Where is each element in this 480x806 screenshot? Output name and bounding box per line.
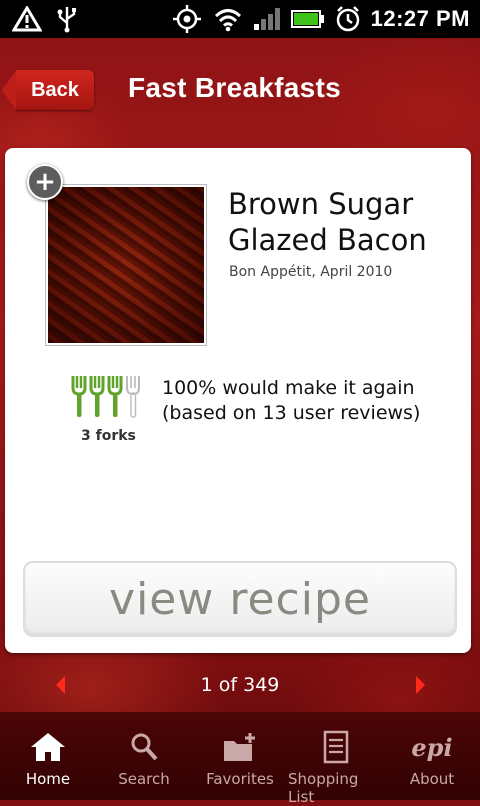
next-arrow-icon[interactable] xyxy=(416,676,425,694)
search-icon xyxy=(129,730,159,764)
nav-label-about: About xyxy=(409,770,455,788)
status-bar: 12:27 PM xyxy=(0,0,480,38)
bacon-photo xyxy=(48,187,204,343)
back-button[interactable]: Back xyxy=(2,70,94,110)
bottom-nav: Home Search Favorites Shopping List epi … xyxy=(0,712,480,806)
recipe-card: + Brown Sugar Glazed Bacon Bon Appétit, … xyxy=(5,148,471,653)
nav-item-favorites[interactable]: Favorites xyxy=(192,712,288,800)
signal-icon xyxy=(253,7,281,31)
nav-label-home: Home xyxy=(25,770,71,788)
status-time: 12:27 PM xyxy=(370,6,470,31)
view-recipe-button[interactable]: view recipe xyxy=(23,561,457,637)
shopping-list-icon xyxy=(322,730,350,764)
wifi-icon xyxy=(213,6,243,32)
rating-summary: 100% would make it again (based on 13 us… xyxy=(162,376,420,426)
fork-icon xyxy=(71,374,87,422)
nav-label-favorites: Favorites xyxy=(206,770,274,788)
warning-icon xyxy=(12,6,42,32)
header: Back Fast Breakfasts xyxy=(0,38,480,144)
pager: 1 of 349 xyxy=(0,664,480,708)
fork-icon xyxy=(107,374,123,422)
epi-logo-text: epi xyxy=(411,732,453,762)
recipe-source: Bon Appétit, April 2010 xyxy=(229,264,393,280)
recipe-title-line1: Brown Sugar xyxy=(228,187,414,221)
recipe-title: Brown Sugar Glazed Bacon xyxy=(228,186,458,258)
plus-icon: + xyxy=(34,167,56,197)
pager-label: 1 of 349 xyxy=(200,674,280,696)
fork-rating xyxy=(71,374,141,422)
nav-item-home[interactable]: Home xyxy=(0,712,96,800)
forks-label: 3 forks xyxy=(81,428,136,444)
home-icon xyxy=(29,730,67,764)
recipe-title-line2: Glazed Bacon xyxy=(228,223,427,257)
nav-item-shopping-list[interactable]: Shopping List xyxy=(288,712,384,806)
add-favorite-button[interactable]: + xyxy=(27,164,63,200)
gps-icon xyxy=(171,4,203,34)
epi-logo: epi xyxy=(411,730,452,764)
rating-percent: 100% would make it again xyxy=(162,377,415,399)
rating-review-count: (based on 13 user reviews) xyxy=(162,402,421,424)
favorites-folder-icon xyxy=(221,730,259,764)
nav-label-search: Search xyxy=(118,770,170,788)
fork-empty-icon xyxy=(125,374,141,422)
usb-icon xyxy=(56,5,78,33)
page-title: Fast Breakfasts xyxy=(128,72,342,103)
alarm-icon xyxy=(335,5,361,33)
nav-item-search[interactable]: Search xyxy=(96,712,192,800)
nav-item-about[interactable]: epi About xyxy=(384,712,480,800)
nav-label-shopping-list: Shopping List xyxy=(288,770,359,806)
recipe-image[interactable] xyxy=(45,184,207,346)
battery-icon xyxy=(290,9,325,29)
fork-icon xyxy=(89,374,105,422)
